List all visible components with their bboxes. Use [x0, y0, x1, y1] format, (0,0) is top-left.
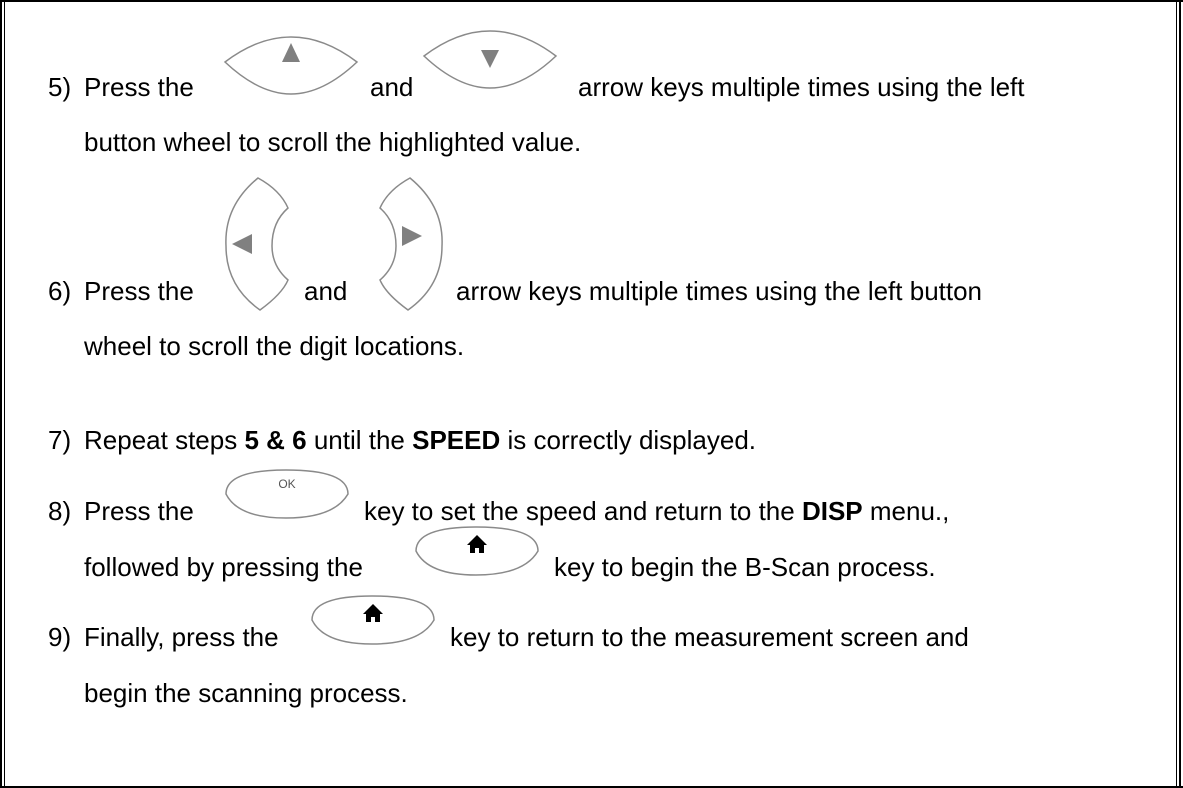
step-5-line-2: button wheel to scroll the highlighted v… [84, 127, 582, 157]
step-5-text-a: Press the [84, 72, 194, 102]
step-6-number: 6) [48, 276, 72, 306]
step-5-text-b: and [370, 72, 414, 102]
left-border-inner [4, 0, 5, 788]
step-6-text-a: Press the [84, 276, 194, 306]
left-arrow-key-icon [225, 177, 289, 311]
step-6-line-2: wheel to scroll the digit locations. [84, 331, 465, 361]
step-7-number: 7) [48, 425, 72, 455]
step-8-line-2-c: key to begin the B-Scan process. [554, 552, 936, 582]
step-8-text-a: Press the [84, 496, 194, 526]
right-border [1179, 0, 1181, 788]
step-8-number: 8) [48, 496, 72, 526]
step-5-number: 5) [48, 72, 72, 102]
left-border [0, 0, 2, 788]
ok-key-label: OK [278, 477, 295, 491]
step-6-text-c: arrow keys multiple times using the left… [456, 276, 983, 306]
home-key-icon [415, 526, 539, 576]
top-border [0, 0, 1183, 2]
home-key-icon [311, 595, 435, 645]
step-9-text-c: key to return to the measurement screen … [450, 622, 969, 652]
step-9-text-a: Finally, press the [84, 622, 279, 652]
step-5-text-c: arrow keys multiple times using the left [578, 72, 1025, 102]
step-7-text: Repeat steps 5 & 6 until the SPEED is co… [84, 425, 757, 455]
right-arrow-key-icon [379, 177, 443, 311]
right-border-inner [1176, 0, 1177, 788]
down-arrow-key-icon [422, 30, 558, 89]
step-8-text-c: key to set the speed and return to the D… [364, 496, 950, 526]
step-9-number: 9) [48, 622, 72, 652]
up-arrow-key-icon [223, 36, 359, 95]
step-9-line-2: begin the scanning process. [84, 678, 408, 708]
step-8-line-2-a: followed by pressing the [84, 552, 363, 582]
step-6-text-b: and [304, 276, 348, 306]
document-frame [0, 0, 1183, 788]
ok-key-icon: OK [225, 469, 349, 519]
